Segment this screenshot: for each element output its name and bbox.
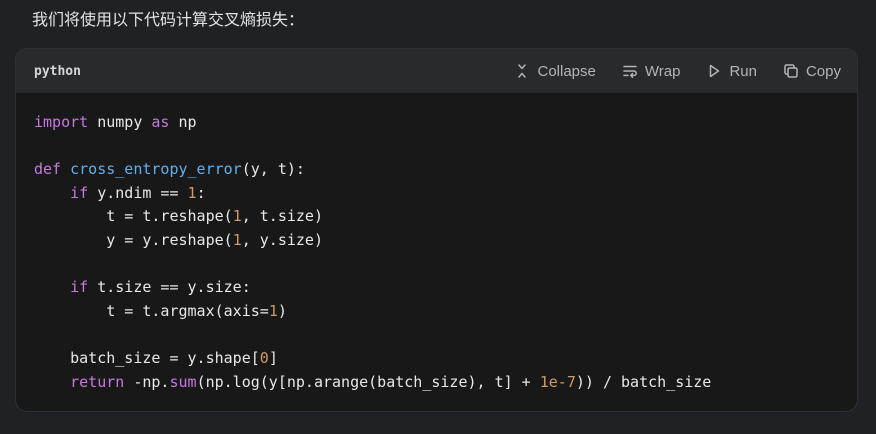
code-line: t = t.argmax(axis=1) xyxy=(34,302,287,320)
run-button[interactable]: Run xyxy=(706,63,757,80)
code-token: , y.size) xyxy=(241,230,323,249)
wrap-label: Wrap xyxy=(644,62,681,80)
code-token: 1 xyxy=(232,207,242,226)
code-body: import numpy as np def cross_entropy_err… xyxy=(16,93,857,394)
collapse-label: Collapse xyxy=(537,62,596,80)
code-content: import numpy as np def cross_entropy_err… xyxy=(34,111,857,394)
code-token: 1 xyxy=(187,183,197,202)
code-token: t = t.argmax(axis= xyxy=(106,301,269,320)
code-line: y = y.reshape(1, y.size) xyxy=(34,231,323,249)
code-token: -np. xyxy=(124,372,170,391)
code-token: , t.size) xyxy=(241,207,323,226)
wrap-icon xyxy=(623,65,637,78)
code-token: import xyxy=(34,113,89,131)
code-token: batch_size = y.shape[ xyxy=(70,348,260,367)
code-token: t.size == y.size: xyxy=(88,278,251,297)
code-actions: Collapse Wrap Run Copy xyxy=(514,63,841,80)
code-token: (np.log(y[np.arange(batch_size), t] + xyxy=(196,372,540,391)
code-language-label: python xyxy=(34,63,81,79)
code-token: (y, t): xyxy=(241,160,305,179)
code-block: python Collapse Wrap Run Copy import num… xyxy=(15,48,858,412)
code-token: 1 xyxy=(268,301,278,320)
code-token: y.ndim == xyxy=(88,183,188,202)
code-token: ) xyxy=(277,301,287,320)
code-token: if xyxy=(70,183,89,202)
code-token: as xyxy=(151,113,170,131)
copy-button[interactable]: Copy xyxy=(783,63,841,80)
code-line: batch_size = y.shape[0] xyxy=(34,349,278,367)
code-line: import numpy as np xyxy=(34,113,197,131)
code-token: y = y.reshape( xyxy=(106,230,233,249)
collapse-button[interactable]: Collapse xyxy=(514,62,596,80)
code-token: numpy xyxy=(88,113,152,131)
code-token: 0 xyxy=(259,348,269,367)
run-label: Run xyxy=(729,62,757,80)
code-token: t = t.reshape( xyxy=(106,207,233,226)
code-token: cross_entropy_error xyxy=(70,160,242,179)
code-line: if t.size == y.size: xyxy=(34,278,251,296)
code-token: 1e-7 xyxy=(539,372,576,391)
code-token: sum xyxy=(169,372,197,391)
code-token: if xyxy=(70,278,89,297)
collapse-icon xyxy=(518,64,527,78)
code-line: t = t.reshape(1, t.size) xyxy=(34,207,323,225)
code-token: 1 xyxy=(232,230,242,249)
intro-text: 我们将使用以下代码计算交叉熵损失： xyxy=(32,10,305,29)
code-block-header: python Collapse Wrap Run Copy xyxy=(16,49,857,93)
code-line: if y.ndim == 1: xyxy=(34,183,206,202)
code-token: )) / batch_size xyxy=(575,372,712,391)
code-token: return xyxy=(70,372,125,391)
copy-label: Copy xyxy=(805,62,841,80)
code-line: return -np.sum(np.log(y[np.arange(batch_… xyxy=(34,373,711,391)
wrap-button[interactable]: Wrap xyxy=(622,62,681,80)
code-line: def cross_entropy_error(y, t): xyxy=(34,160,305,178)
code-token: ] xyxy=(268,348,278,367)
code-token: np xyxy=(169,113,197,131)
code-token: : xyxy=(196,183,206,202)
copy-icon xyxy=(784,64,798,78)
play-icon xyxy=(710,64,720,78)
code-token: def xyxy=(34,160,62,179)
